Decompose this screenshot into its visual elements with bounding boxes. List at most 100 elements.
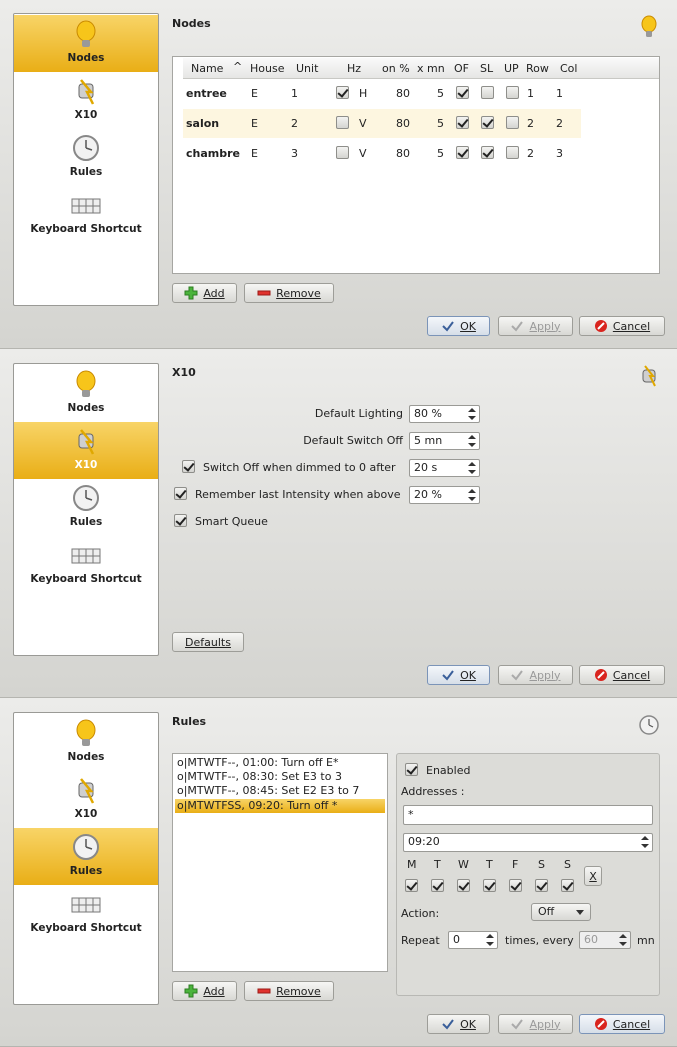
column-header[interactable]: OF xyxy=(454,62,469,75)
minus-icon xyxy=(257,988,271,994)
table-row[interactable]: entree E 1 H 80 5 1 1 xyxy=(183,79,581,108)
column-header[interactable]: Row xyxy=(526,62,549,75)
day-checkbox-thu[interactable] xyxy=(483,879,496,892)
ok-button[interactable]: OK xyxy=(427,1014,490,1034)
sl-checkbox[interactable] xyxy=(481,146,494,159)
switch-off-dimmed-label[interactable]: Switch Off when dimmed to 0 after xyxy=(203,461,396,474)
lightbulb-icon xyxy=(76,20,96,47)
list-item[interactable]: o|MTWTF--, 01:00: Turn off E* xyxy=(175,756,385,770)
spin-arrows-icon[interactable] xyxy=(641,835,649,849)
add-button[interactable]: Add xyxy=(172,283,237,303)
column-header[interactable]: x mn xyxy=(417,62,445,75)
remove-rule-button[interactable]: Remove xyxy=(244,981,334,1001)
cancel-button[interactable]: Cancel xyxy=(579,665,665,685)
sidebar-item-nodes[interactable]: Nodes xyxy=(14,365,158,422)
sidebar-item-keyboard-shortcut[interactable]: Keyboard Shortcut xyxy=(14,186,158,243)
column-header[interactable]: SL xyxy=(480,62,493,75)
spin-arrows-icon[interactable] xyxy=(468,407,476,421)
every-spinbox[interactable]: 60 xyxy=(579,931,631,949)
column-header[interactable]: Unit xyxy=(296,62,318,75)
rules-list[interactable]: o|MTWTF--, 01:00: Turn off E* o|MTWTF--,… xyxy=(172,753,388,972)
remember-intensity-checkbox[interactable] xyxy=(174,487,187,500)
enabled-label[interactable]: Enabled xyxy=(426,764,470,777)
spin-arrows-icon[interactable] xyxy=(619,933,627,947)
addresses-input[interactable]: * xyxy=(403,805,653,825)
column-header[interactable]: Name xyxy=(191,62,223,75)
column-header[interactable]: House xyxy=(250,62,284,75)
clear-days-button[interactable]: X xyxy=(584,866,602,886)
action-select[interactable]: Off xyxy=(531,903,591,921)
smart-queue-label[interactable]: Smart Queue xyxy=(195,515,268,528)
list-item[interactable]: o|MTWTFSS, 09:20: Turn off * xyxy=(175,799,385,813)
ok-button[interactable]: OK xyxy=(427,665,490,685)
spin-arrows-icon[interactable] xyxy=(486,933,494,947)
day-checkbox-fri[interactable] xyxy=(509,879,522,892)
of-checkbox[interactable] xyxy=(456,86,469,99)
cancel-button[interactable]: Cancel xyxy=(579,316,665,336)
sidebar-item-x10[interactable]: X10 xyxy=(14,72,158,129)
apply-button[interactable]: Apply xyxy=(498,1014,573,1034)
of-checkbox[interactable] xyxy=(456,116,469,129)
day-checkbox-mon[interactable] xyxy=(405,879,418,892)
of-checkbox[interactable] xyxy=(456,146,469,159)
day-checkbox-wed[interactable] xyxy=(457,879,470,892)
cell-col: 3 xyxy=(556,147,563,160)
list-item[interactable]: o|MTWTF--, 08:30: Set E3 to 3 xyxy=(175,770,385,784)
remember-intensity-label[interactable]: Remember last Intensity when above xyxy=(195,488,401,501)
hz-checkbox[interactable] xyxy=(336,116,349,129)
time-spinbox[interactable]: 09:20 xyxy=(403,833,653,852)
default-lighting-spinbox[interactable]: 80 % xyxy=(409,405,480,423)
column-header[interactable]: Hz xyxy=(347,62,361,75)
sl-checkbox[interactable] xyxy=(481,86,494,99)
day-checkbox-sat[interactable] xyxy=(535,879,548,892)
spin-arrows-icon[interactable] xyxy=(468,434,476,448)
spin-arrows-icon[interactable] xyxy=(468,461,476,475)
hz-checkbox[interactable] xyxy=(336,146,349,159)
table-row[interactable]: salon E 2 V 80 5 2 2 xyxy=(183,109,581,138)
up-checkbox[interactable] xyxy=(506,116,519,129)
cell-col: 1 xyxy=(556,87,563,100)
page-title: X10 xyxy=(172,366,196,379)
up-checkbox[interactable] xyxy=(506,146,519,159)
sidebar-item-keyboard-shortcut[interactable]: Keyboard Shortcut xyxy=(14,885,158,942)
spin-arrows-icon[interactable] xyxy=(468,488,476,502)
remove-button-label: Remove xyxy=(276,984,321,998)
sidebar-item-rules[interactable]: Rules xyxy=(14,129,158,186)
remove-button[interactable]: Remove xyxy=(244,283,334,303)
up-checkbox[interactable] xyxy=(506,86,519,99)
sl-checkbox[interactable] xyxy=(481,116,494,129)
column-header[interactable]: UP xyxy=(504,62,519,75)
keyboard-icon xyxy=(71,897,101,913)
ok-button[interactable]: OK xyxy=(427,316,490,336)
smart-queue-checkbox[interactable] xyxy=(174,514,187,527)
apply-button[interactable]: Apply xyxy=(498,665,573,685)
sidebar-item-x10[interactable]: X10 xyxy=(14,422,158,479)
list-item[interactable]: o|MTWTF--, 08:45: Set E2 E3 to 7 xyxy=(175,784,385,798)
sidebar-item-keyboard-shortcut[interactable]: Keyboard Shortcut xyxy=(14,536,158,593)
sidebar-item-label: X10 xyxy=(74,808,98,820)
hz-checkbox[interactable] xyxy=(336,86,349,99)
sidebar-item-nodes[interactable]: Nodes xyxy=(14,714,158,771)
column-header[interactable]: on % xyxy=(382,62,410,75)
apply-button[interactable]: Apply xyxy=(498,316,573,336)
sidebar-item-rules[interactable]: Rules xyxy=(14,479,158,536)
day-checkbox-sun[interactable] xyxy=(561,879,574,892)
day-checkbox-tue[interactable] xyxy=(431,879,444,892)
add-rule-button[interactable]: Add xyxy=(172,981,237,1001)
spinbox-value: 20 % xyxy=(414,488,442,501)
default-switch-off-spinbox[interactable]: 5 mn xyxy=(409,432,480,450)
switch-off-dimmed-spinbox[interactable]: 20 s xyxy=(409,459,480,477)
remember-intensity-spinbox[interactable]: 20 % xyxy=(409,486,480,504)
repeat-spinbox[interactable]: 0 xyxy=(448,931,498,949)
cancel-icon xyxy=(594,1018,607,1030)
sidebar-item-x10[interactable]: X10 xyxy=(14,771,158,828)
table-row[interactable]: chambre E 3 V 80 5 2 3 xyxy=(183,139,581,168)
switch-off-dimmed-checkbox[interactable] xyxy=(182,460,195,473)
defaults-button[interactable]: Defaults xyxy=(172,632,244,652)
ok-button-label: OK xyxy=(460,319,476,333)
enabled-checkbox[interactable] xyxy=(405,763,418,776)
cancel-button[interactable]: Cancel xyxy=(579,1014,665,1034)
column-header[interactable]: Col xyxy=(560,62,577,75)
sidebar-item-nodes[interactable]: Nodes xyxy=(14,15,158,72)
sidebar-item-rules[interactable]: Rules xyxy=(14,828,158,885)
